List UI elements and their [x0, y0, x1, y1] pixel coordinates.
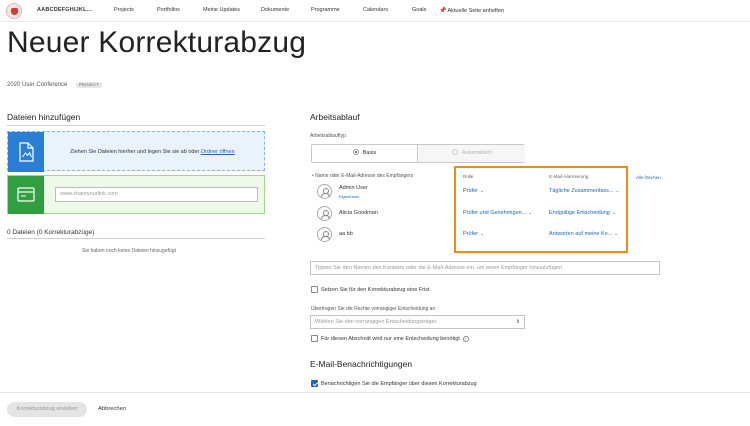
workflow-type-basic[interactable]: Basis [312, 145, 418, 162]
workflow-heading: Arbeitsablauf [310, 112, 360, 122]
url-icon-box [8, 176, 44, 214]
role-dropdown[interactable]: Prüfer ⌄ [463, 231, 484, 237]
email-alert-value: Antworten auf meine Ko... [549, 231, 613, 237]
url-zone: www.shareyourlink.com [7, 175, 265, 214]
nav-goals[interactable]: Goals [412, 7, 426, 13]
drop-instructions: Ziehen Sie Dateien hierher und legen Sie… [70, 149, 235, 155]
single-decision-label: Für diesen Abschnitt wird nur eine Entsc… [321, 336, 469, 342]
project-name[interactable]: 2020 User Conference [7, 82, 67, 88]
recipient-name: Admin User [339, 185, 368, 191]
project-badge: PROJECT [76, 82, 102, 88]
deadline-label: Setzen Sie für den Korrekturabzug eine F… [321, 287, 430, 293]
select-arrows-icon: ⇕ [515, 319, 520, 325]
notify-recipients-label: Benachrichtigen Sie die Empfänger über d… [321, 381, 477, 387]
workflow-type-toggle: Basis Automatisch [311, 144, 525, 163]
pin-icon: 📌 [439, 8, 447, 14]
avatar-icon [317, 227, 332, 242]
nav-my-updates[interactable]: Meine Updates [203, 7, 240, 13]
workflow-type-basic-label: Basis [362, 150, 377, 156]
drop-text: Ziehen Sie Dateien hierher und legen Sie… [70, 149, 200, 155]
file-count-divider [7, 238, 265, 239]
deadline-checkbox[interactable] [311, 286, 318, 293]
email-alert-value: Tägliche Zusammenfass... [549, 188, 614, 194]
role-dropdown[interactable]: Prüfer und Genehmigen... ⌄ [463, 210, 532, 216]
role-dropdown-value: Prüfer [463, 188, 478, 194]
cancel-button[interactable]: Abbrechen [98, 406, 126, 412]
app-logo-icon[interactable] [6, 3, 22, 19]
page-title: Neuer Korrekturabzug [7, 26, 307, 59]
decision-maker-select[interactable]: Wählen Sie den vorrangigen Entscheidungs… [310, 315, 525, 329]
email-alert-value: Endgültige Entscheidung [549, 210, 610, 216]
recipients-label-text: Name oder E-Mail-Adresse des Empfängers [315, 173, 414, 179]
role-column-header: Rolle [463, 174, 474, 179]
pin-page-label: Aktuelle Seite anheften [447, 8, 505, 14]
radio-automatic-icon [451, 149, 458, 155]
document-icon [19, 142, 34, 162]
recipient-owner-tag: Eigentümer [339, 194, 360, 199]
transfer-rights-label: Übertragen Sie die Rechte vorrangiger En… [311, 306, 436, 312]
email-alert-dropdown[interactable]: Tägliche Zusammenfass... ⌄ [549, 188, 619, 194]
recipients-label: • Name oder E-Mail-Adresse des Empfänger… [312, 173, 414, 179]
decision-maker-select-value: Wählen Sie den vorrangigen Entscheidungs… [315, 319, 437, 325]
add-recipient-input[interactable]: Tippen Sie den Namen des Kontakts oder d… [310, 261, 660, 275]
nav-projects[interactable]: Projects [114, 7, 134, 13]
nav-documents[interactable]: Dokumente [261, 7, 289, 13]
recipient-name: aa bb [339, 231, 353, 237]
chevron-down-icon: ⌄ [611, 210, 616, 215]
chevron-down-icon: ⌄ [479, 231, 484, 236]
files-heading: Dateien hinzufügen [7, 112, 81, 122]
single-decision-checkbox[interactable] [311, 335, 318, 342]
email-alert-dropdown[interactable]: Antworten auf meine Ko... ⌄ [549, 231, 618, 237]
file-drop-zone[interactable]: Ziehen Sie Dateien hierher und legen Sie… [7, 131, 265, 172]
role-dropdown-value: Prüfer und Genehmigen... [463, 210, 527, 216]
empty-files-message: Sie haben noch keine Dateien hinzugefügt [82, 248, 176, 254]
role-dropdown[interactable]: Prüfer ⌄ [463, 188, 484, 194]
open-folder-link[interactable]: Ordner öffnen [201, 149, 235, 155]
nav-programs[interactable]: Programme [311, 7, 340, 13]
radio-basic-icon [352, 149, 359, 155]
chevron-down-icon: ⌄ [479, 188, 484, 193]
file-count: 0 Dateien (0 Korrekturabzüge) [7, 229, 95, 236]
workflow-type-automatic-label: Automatisch [461, 150, 493, 156]
info-icon[interactable]: i [462, 336, 469, 342]
nav-calendars[interactable]: Calendars [363, 7, 388, 13]
browser-window-icon [17, 187, 35, 202]
email-column-header: E-Mail-Alarmierung [549, 174, 589, 179]
role-dropdown-value: Prüfer [463, 231, 478, 237]
single-decision-label-text: Für diesen Abschnitt wird nur eine Entsc… [321, 336, 460, 342]
workflow-type-label: Arbeitsablauftyp [310, 133, 346, 139]
workflow-type-automatic[interactable]: Automatisch [419, 145, 525, 162]
drop-icon-box [8, 132, 44, 172]
email-alert-dropdown[interactable]: Endgültige Entscheidung ⌄ [549, 210, 616, 216]
avatar-icon [317, 184, 332, 199]
create-proof-button[interactable]: Korrekturabzug erstellen [7, 402, 87, 417]
chevron-down-icon: ⌄ [614, 231, 619, 236]
chevron-down-icon: ⌄ [528, 210, 533, 215]
top-navigation: AABCDEFGHIJKL... Projects Portfolios Mei… [0, 0, 750, 22]
nav-portfolios[interactable]: Portfolios [157, 7, 180, 13]
avatar-icon [317, 206, 332, 221]
nav-brand[interactable]: AABCDEFGHIJKL... [37, 7, 92, 13]
files-divider [7, 125, 265, 126]
clear-all-link[interactable]: Alle löschen [636, 175, 661, 180]
recipient-name: Alicia Goodman [339, 210, 378, 216]
share-link-input[interactable]: www.shareyourlink.com [55, 187, 258, 202]
notify-recipients-checkbox[interactable] [311, 380, 318, 387]
chevron-down-icon: ⌄ [615, 188, 620, 193]
pin-page-button[interactable]: 📌Aktuelle Seite anheften [439, 7, 504, 14]
notifications-heading: E-Mail-Benachrichtigungen [310, 359, 413, 369]
